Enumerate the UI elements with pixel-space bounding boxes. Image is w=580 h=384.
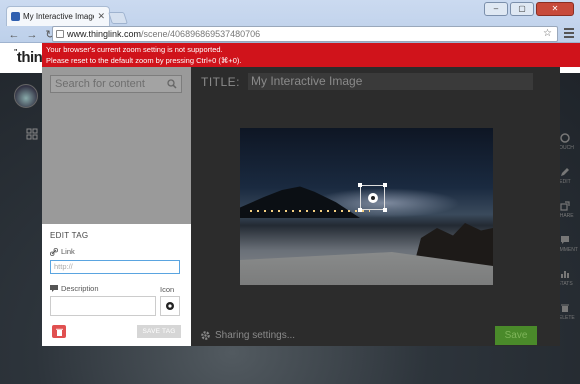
icon-label: Icon [160, 285, 175, 294]
content-search-area: Search for content [42, 67, 191, 224]
town-lights [250, 210, 370, 212]
browser-tab[interactable]: My Interactive Image - Th ✕ [6, 6, 110, 26]
zoom-error-banner: Your browser's current zoom setting is n… [42, 43, 580, 67]
pencil-icon [561, 168, 569, 176]
resize-handle[interactable] [358, 208, 362, 212]
sharing-settings-link[interactable]: Sharing settings... [200, 330, 295, 341]
resize-handle[interactable] [358, 183, 362, 187]
resize-handle[interactable] [383, 183, 387, 187]
save-tag-button[interactable]: SAVE TAG [137, 325, 181, 338]
tag-marker-icon [166, 302, 174, 310]
icon-picker-button[interactable] [160, 296, 180, 316]
url-path: /scene/406896869537480706 [141, 29, 261, 39]
interactive-image[interactable] [240, 128, 493, 285]
minimize-button[interactable]: – [484, 2, 508, 16]
browser-chrome: My Interactive Image - Th ✕ – ▢ ✕ ← → ↻ … [0, 0, 580, 43]
search-input[interactable]: Search for content [50, 75, 182, 93]
favicon-icon [11, 12, 20, 21]
gear-icon [201, 331, 210, 340]
save-button[interactable]: Save [495, 326, 537, 345]
touch-icon [560, 133, 570, 143]
title-label: TITLE: [201, 75, 241, 89]
tab-title: My Interactive Image - Th [23, 12, 94, 21]
description-label: Description [50, 284, 99, 293]
resize-handle[interactable] [383, 208, 387, 212]
maximize-button[interactable]: ▢ [510, 2, 534, 16]
avatar[interactable] [14, 84, 38, 108]
share-icon [560, 201, 570, 211]
error-line-2: Please reset to the default zoom by pres… [46, 56, 242, 65]
fullscreen-icon[interactable] [26, 128, 38, 140]
page: "thing TOUCH EDIT SHARE COMMENT STATS DE… [0, 43, 580, 384]
window-controls: – ▢ ✕ [484, 2, 574, 16]
delete-tag-button[interactable] [52, 325, 66, 338]
url-host: www.thinglink.com [67, 29, 142, 39]
back-arrow-icon[interactable]: ← [8, 29, 20, 41]
link-input[interactable]: http:// [50, 260, 180, 274]
new-tab-button[interactable] [108, 12, 128, 24]
title-input[interactable]: My Interactive Image [248, 73, 533, 90]
editor-modal: Search for content EDIT TAG Link http://… [42, 67, 560, 346]
trash-icon [55, 328, 63, 336]
address-bar[interactable]: www.thinglink.com/scene/4068968695374807… [52, 26, 558, 42]
description-icon [50, 285, 58, 292]
tab-close-icon[interactable]: ✕ [97, 11, 105, 22]
close-window-button[interactable]: ✕ [536, 2, 574, 16]
browser-menu-icon[interactable] [564, 28, 574, 38]
link-label: Link [50, 247, 75, 256]
edit-tag-panel: Search for content EDIT TAG Link http://… [42, 67, 191, 346]
trash-icon [561, 304, 569, 312]
edit-tag-heading: EDIT TAG [50, 231, 89, 240]
error-line-1: Your browser's current zoom setting is n… [46, 45, 223, 54]
description-input[interactable] [50, 296, 156, 316]
stats-icon [561, 271, 569, 278]
link-icon [50, 247, 58, 256]
tag-marker-icon[interactable] [368, 193, 378, 203]
forward-arrow-icon[interactable]: → [26, 29, 38, 41]
page-icon [56, 30, 64, 38]
comment-icon [561, 236, 569, 244]
bookmark-star-icon[interactable]: ☆ [543, 27, 552, 41]
search-icon[interactable] [167, 79, 177, 89]
